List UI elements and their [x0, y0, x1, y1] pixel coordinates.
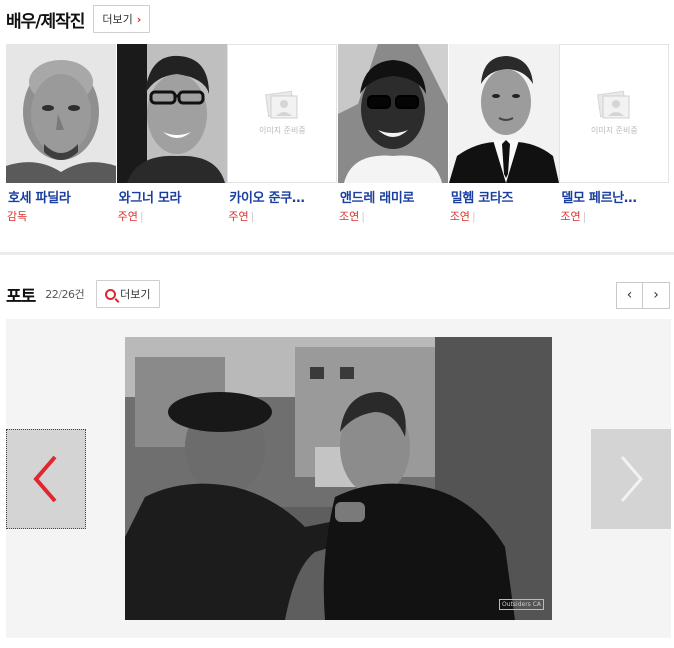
photo-pager: ‹ ›: [616, 282, 670, 309]
cast-name[interactable]: 카이오 준쿠…: [229, 187, 335, 206]
cast-role: 조연 |: [560, 210, 587, 223]
cast-name[interactable]: 와그너 모라: [119, 187, 225, 206]
pager-next-button[interactable]: ›: [643, 282, 670, 309]
cast-item[interactable]: 와그너 모라 주연 |: [116, 44, 228, 234]
chevron-right-icon: [620, 456, 643, 502]
viewer-next-button[interactable]: [591, 429, 671, 529]
cast-role: 주연 |: [117, 210, 144, 223]
cast-photo[interactable]: [116, 44, 227, 183]
cast-role: 조연 |: [449, 210, 476, 223]
cast-role: 감독: [7, 210, 28, 223]
photo-counter: 22/26건: [45, 288, 85, 301]
placeholder-text: 이미지 준비중: [258, 126, 306, 135]
cast-section-header: 배우/제작진 더보기 ›: [6, 5, 151, 33]
chevron-right-icon: ›: [136, 12, 142, 26]
cast-section-title: 배우/제작진: [6, 11, 85, 32]
photo-viewer: Outsiders CA: [6, 319, 671, 638]
cast-item[interactable]: 밀헴 코타즈 조연 |: [448, 44, 560, 234]
cast-photo[interactable]: [6, 44, 116, 183]
photo-more-label: 더보기: [120, 288, 151, 301]
cast-role: 주연 |: [228, 210, 255, 223]
cast-more-button[interactable]: 더보기 ›: [93, 5, 151, 33]
cast-item[interactable]: 호세 파딜라 감독: [6, 44, 117, 234]
image-placeholder-icon: [597, 90, 630, 119]
photo-watermark: Outsiders CA: [499, 599, 544, 610]
pager-prev-button[interactable]: ‹: [616, 282, 643, 309]
cast-item[interactable]: 이미지 준비중 델모 페르난… 조연 |: [559, 44, 670, 234]
chevron-left-icon: [33, 455, 57, 503]
viewer-prev-button[interactable]: [6, 429, 86, 529]
cast-name[interactable]: 호세 파딜라: [8, 187, 114, 206]
cast-photo[interactable]: [338, 44, 449, 183]
cast-item[interactable]: 앤드레 래미로 조연 |: [338, 44, 449, 234]
cast-name[interactable]: 앤드레 래미로: [340, 187, 446, 206]
section-divider: [0, 252, 674, 255]
cast-photo-placeholder[interactable]: 이미지 준비중: [559, 44, 670, 183]
cast-name[interactable]: 델모 페르난…: [561, 187, 667, 206]
cast-role: 조연 |: [339, 210, 365, 223]
photo-more-button[interactable]: 더보기: [96, 280, 160, 308]
main-photo[interactable]: Outsiders CA: [125, 337, 552, 620]
cast-name[interactable]: 밀헴 코타즈: [451, 187, 557, 206]
cast-item[interactable]: 이미지 준비중 카이오 준쿠… 주연 |: [227, 44, 338, 234]
cast-photo-placeholder[interactable]: 이미지 준비중: [227, 44, 338, 183]
cast-more-label: 더보기: [102, 13, 133, 26]
photo-section-header: 포토 22/26건 더보기: [6, 280, 160, 308]
zoom-icon: [105, 288, 117, 300]
cast-photo[interactable]: [448, 44, 559, 183]
image-placeholder-icon: [265, 90, 298, 119]
cast-list: 호세 파딜라 감독 와그너 모라 주연 | 이미지 준비중 카이오 준쿠… 주연…: [6, 44, 670, 234]
placeholder-text: 이미지 준비중: [591, 126, 638, 135]
photo-section-title: 포토: [6, 286, 36, 307]
